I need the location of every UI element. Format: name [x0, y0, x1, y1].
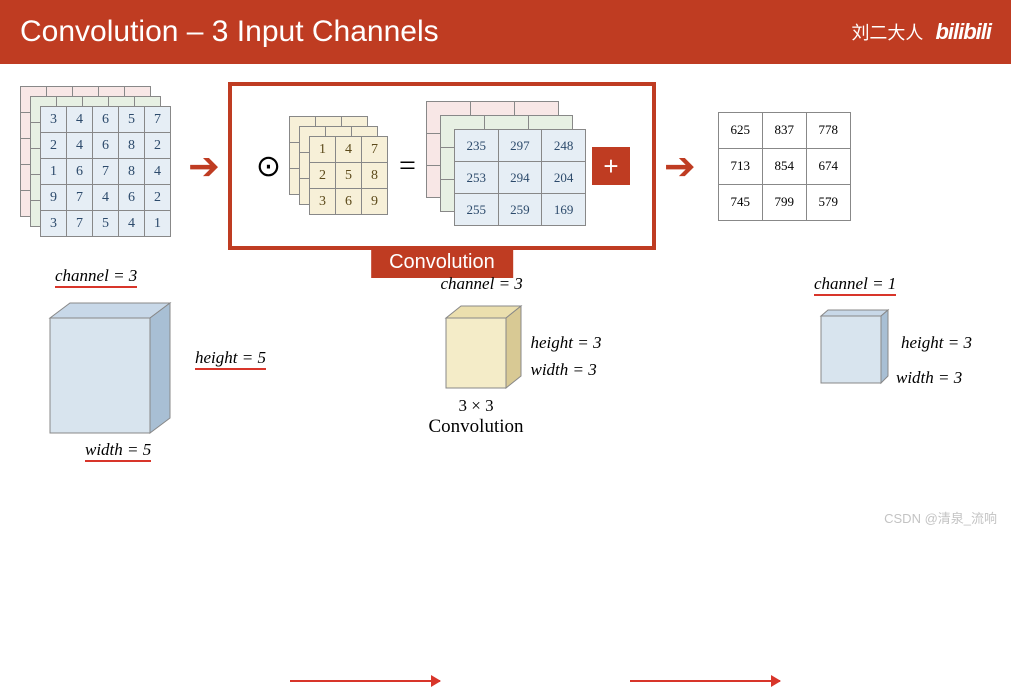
matrix-cell: 2 [309, 163, 335, 189]
matrix-cell: 7 [67, 185, 93, 211]
label-channel: channel = 3 [441, 274, 523, 294]
label-width: width = 3 [531, 360, 597, 380]
matrix-cell: 2 [41, 133, 67, 159]
matrix-cell: 1 [145, 211, 171, 237]
matrix-cell: 8 [119, 159, 145, 185]
output-table: 625837778 713854674 745799579 [718, 112, 851, 221]
header-bar: Convolution – 3 Input Channels 刘二大人 bili… [0, 0, 1011, 64]
label-height: height = 3 [901, 333, 972, 353]
plus-icon: + [592, 147, 630, 185]
matrix-cell: 255 [454, 194, 498, 226]
matrix-cell: 7 [67, 211, 93, 237]
matrix-cell: 799 [762, 184, 806, 220]
matrix-cell: 4 [67, 133, 93, 159]
top-diagram: 3465724682167849746237541 ➔ ⊙ 147258369 … [0, 64, 1011, 250]
result-stack: 235297248 253294204 255259169 [426, 101, 586, 231]
matrix-cell: 4 [145, 159, 171, 185]
kernel-stack: 147258369 [289, 116, 389, 216]
matrix-cell: 778 [806, 112, 850, 148]
matrix-cell: 3 [41, 211, 67, 237]
matrix-cell: 745 [718, 184, 762, 220]
arrow-icon: ➔ [664, 144, 696, 189]
header-right: 刘二大人 bilibili [851, 19, 991, 45]
matrix-cell: 6 [335, 189, 361, 215]
matrix-cell: 9 [41, 185, 67, 211]
matrix-cell: 7 [93, 159, 119, 185]
matrix-cell: 625 [718, 112, 762, 148]
matrix-cell: 259 [498, 194, 542, 226]
cube-icon [431, 298, 541, 408]
matrix-cell: 854 [762, 148, 806, 184]
matrix-cell: 1 [309, 137, 335, 163]
matrix-cell: 8 [361, 163, 387, 189]
matrix-cell: 7 [145, 107, 171, 133]
matrix-cell: 2 [145, 185, 171, 211]
matrix-cell: 5 [119, 107, 145, 133]
label-width: width = 5 [85, 440, 151, 462]
page-title: Convolution – 3 Input Channels [20, 15, 439, 49]
output-matrix: 625837778 713854674 745799579 [718, 112, 851, 221]
cube-icon [30, 288, 190, 448]
matrix-cell: 253 [454, 162, 498, 194]
output-cube: channel = 1 height = 3 width = 3 [811, 298, 981, 458]
matrix-cell: 1 [41, 159, 67, 185]
matrix-cell: 9 [361, 189, 387, 215]
matrix-cell: 5 [335, 163, 361, 189]
matrix-cell: 674 [806, 148, 850, 184]
matrix-cell: 713 [718, 148, 762, 184]
arrow-icon: ➔ [188, 144, 220, 189]
matrix-cell: 4 [119, 211, 145, 237]
kernel-cube: channel = 3 height = 3 width = 3 3 × 3 C… [431, 298, 591, 458]
matrix-cell: 2 [145, 133, 171, 159]
author-name: 刘二大人 [851, 19, 923, 45]
matrix-cell: 6 [67, 159, 93, 185]
bottom-diagram: channel = 3 height = 5 width = 5 channel… [0, 250, 1011, 468]
matrix-cell: 169 [542, 194, 586, 226]
matrix-cell: 6 [93, 133, 119, 159]
input-matrix-stack: 3465724682167849746237541 [20, 86, 180, 246]
label-height: height = 3 [531, 333, 602, 353]
label-width: width = 3 [896, 368, 962, 388]
matrix-cell: 294 [498, 162, 542, 194]
label-channel: channel = 3 [55, 266, 137, 288]
matrix-cell: 6 [119, 185, 145, 211]
label-height: height = 5 [195, 348, 266, 370]
label-channel: channel = 1 [814, 274, 896, 296]
kernel-3: 147258369 [309, 136, 388, 215]
arrow-icon [290, 680, 440, 682]
matrix-cell: 235 [454, 130, 498, 162]
matrix-cell: 204 [542, 162, 586, 194]
matrix-cell: 5 [93, 211, 119, 237]
input-cube: channel = 3 height = 5 width = 5 [30, 288, 210, 468]
matrix-cell: 6 [93, 107, 119, 133]
matrix-cell: 4 [67, 107, 93, 133]
matrix-cell: 297 [498, 130, 542, 162]
matrix-cell: 3 [309, 189, 335, 215]
matrix-cell: 4 [93, 185, 119, 211]
result-blue: 235297248 253294204 255259169 [454, 129, 586, 226]
equals-symbol: = [399, 149, 416, 183]
label-kernel-size: 3 × 3 [459, 396, 494, 416]
convolution-box: ⊙ 147258369 = 23529724825329420425525916… [228, 82, 656, 250]
matrix-cell: 4 [335, 137, 361, 163]
odot-symbol: ⊙ [256, 149, 281, 184]
bilibili-logo: bilibili [935, 19, 991, 45]
label-conv: Convolution [429, 416, 524, 438]
input-matrix-blue: 3465724682167849746237541 [40, 106, 171, 237]
matrix-cell: 3 [41, 107, 67, 133]
matrix-cell: 7 [361, 137, 387, 163]
matrix-cell: 579 [806, 184, 850, 220]
matrix-cell: 8 [119, 133, 145, 159]
matrix-cell: 837 [762, 112, 806, 148]
matrix-cell: 248 [542, 130, 586, 162]
watermark: CSDN @清泉_流响 [884, 508, 997, 527]
arrow-icon [630, 680, 780, 682]
